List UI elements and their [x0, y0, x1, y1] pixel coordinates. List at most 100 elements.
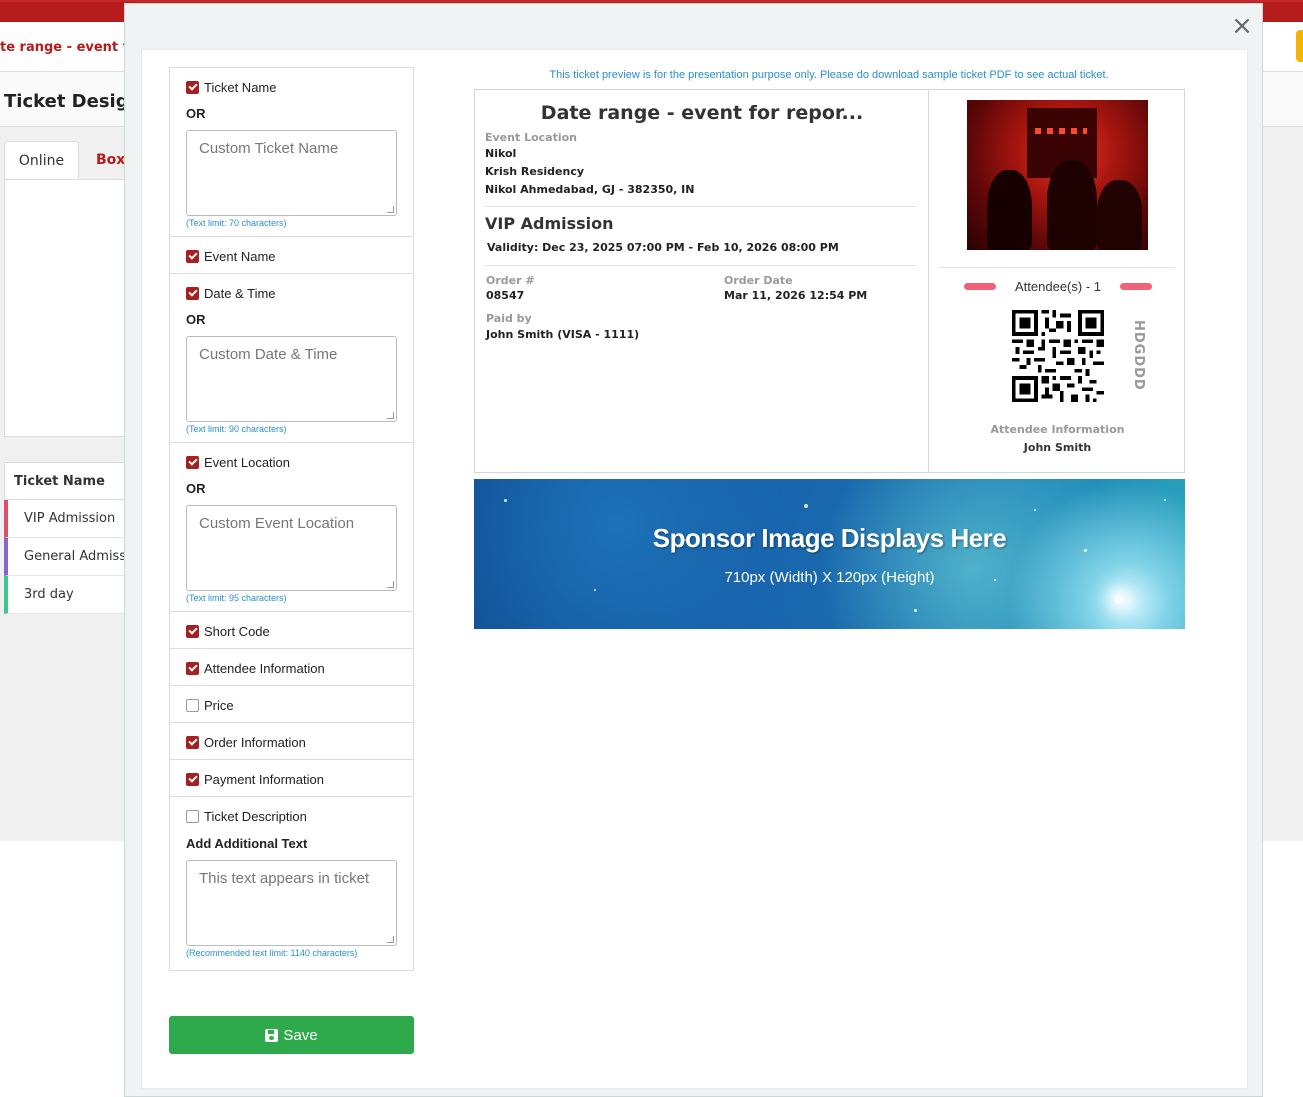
location-line: Nikol [485, 147, 517, 160]
ticket-validity: Validity: Dec 23, 2025 07:00 PM - Feb 10… [487, 241, 839, 254]
tab-content-panel [4, 179, 134, 437]
save-button[interactable]: Save [169, 1016, 414, 1054]
ticket-location-block: Event Location Nikol Krish Residency Nik… [485, 131, 694, 199]
order-date-block: Order Date Mar 11, 2026 12:54 PM [724, 274, 867, 305]
ticket-main-section: Date range - event for repor... Event Lo… [475, 90, 929, 472]
event-title: te range - event for [0, 40, 144, 55]
event-location-checkbox[interactable] [186, 455, 199, 469]
ticket-name-checkbox-row[interactable]: Ticket Name [186, 78, 397, 96]
attendee-info-label: Attendee Information [204, 660, 325, 676]
attendee-count-row: Attendee(s) - 1 [964, 278, 1152, 294]
date-time-checkbox-row[interactable]: Date & Time [186, 284, 397, 302]
date-time-label: Date & Time [204, 285, 276, 301]
setting-order-info: Order Information [169, 723, 414, 760]
or-label: OR [186, 312, 206, 327]
attendee-count: Attendee(s) - 1 [1015, 278, 1101, 294]
accent-pill [1120, 282, 1152, 290]
tab-box-office[interactable]: Box [96, 141, 125, 179]
tab-online[interactable]: Online [4, 141, 79, 179]
payment-info-checkbox-row[interactable]: Payment Information [186, 770, 397, 788]
table-header-ticket-name: Ticket Name [4, 462, 134, 500]
attendee-info-checkbox[interactable] [186, 661, 199, 675]
event-name-checkbox[interactable] [186, 249, 199, 263]
header-action-button[interactable] [1296, 30, 1303, 62]
ticket-settings-panel: Ticket Name OR Custom Ticket Name (Text … [169, 67, 414, 971]
ticket-description-checkbox-row[interactable]: Ticket Description [186, 807, 397, 825]
ticket-description-checkbox[interactable] [186, 809, 199, 823]
location-label: Event Location [485, 131, 577, 144]
sponsor-subtitle: 710px (Width) X 120px (Height) [724, 569, 935, 586]
setting-payment-info: Payment Information [169, 760, 414, 797]
ticket-name-checkbox[interactable] [186, 80, 199, 94]
setting-event-location: Event Location OR Custom Event Location … [169, 443, 414, 612]
ticket-stub-section: Attendee(s) - 1 HDGDDD Attendee Informat… [930, 90, 1185, 472]
order-info-checkbox-row[interactable]: Order Information [186, 733, 397, 751]
close-icon[interactable]: × [1230, 13, 1254, 39]
order-number-block: Order # 08547 [486, 274, 535, 305]
accent-pill [964, 282, 996, 290]
date-time-checkbox[interactable] [186, 286, 199, 300]
additional-text-label: Add Additional Text [186, 836, 308, 851]
short-code-checkbox[interactable] [186, 624, 199, 638]
order-info-checkbox[interactable] [186, 735, 199, 749]
ticket-list-table: Ticket Name VIP Admission General Admiss… [4, 462, 134, 614]
paid-by-label: Paid by [486, 312, 532, 325]
event-image [967, 100, 1148, 250]
paid-by-block: Paid by John Smith (VISA - 1111) [486, 312, 639, 344]
event-location-label: Event Location [204, 454, 291, 470]
short-code-label: Short Code [204, 623, 270, 639]
setting-date-time: Date & Time OR Custom Date & Time (Text … [169, 274, 414, 443]
custom-ticket-name-input[interactable]: Custom Ticket Name [186, 130, 397, 216]
location-line: Nikol Ahmedabad, GJ - 382350, IN [485, 183, 695, 196]
setting-price: Price [169, 686, 414, 723]
qr-code-icon [1012, 310, 1104, 402]
sponsor-title: Sponsor Image Displays Here [652, 523, 1007, 553]
ticket-name-label: Ticket Name [204, 79, 277, 95]
order-date-label: Order Date [724, 274, 793, 287]
save-icon [265, 1028, 279, 1042]
order-info-label: Order Information [204, 734, 306, 750]
setting-short-code: Short Code [169, 612, 414, 649]
order-number-value: 08547 [486, 289, 525, 302]
table-row[interactable]: VIP Admission [4, 500, 134, 538]
short-code: HDGDDD [1131, 320, 1146, 391]
modal-body: Ticket Name OR Custom Ticket Name (Text … [141, 49, 1248, 1089]
attendee-name: John Smith [1023, 441, 1092, 454]
preview-note: This ticket preview is for the presentat… [549, 69, 1109, 81]
payment-info-label: Payment Information [204, 771, 324, 787]
text-limit-hint: (Text limit: 90 characters) [186, 424, 287, 434]
price-checkbox-row[interactable]: Price [186, 696, 397, 714]
custom-event-location-input[interactable]: Custom Event Location [186, 505, 397, 591]
price-checkbox[interactable] [186, 698, 199, 712]
divider [940, 267, 1175, 268]
paid-by-value: John Smith (VISA - 1111) [486, 328, 640, 341]
payment-info-checkbox[interactable] [186, 772, 199, 786]
setting-ticket-name: Ticket Name OR Custom Ticket Name (Text … [169, 67, 414, 237]
additional-text-input[interactable]: This text appears in ticket [186, 860, 397, 946]
event-name-label: Event Name [204, 248, 276, 264]
setting-event-name: Event Name [169, 237, 414, 274]
text-limit-hint: (Text limit: 70 characters) [186, 218, 287, 228]
order-number-label: Order # [486, 274, 535, 287]
custom-date-time-input[interactable]: Custom Date & Time [186, 336, 397, 422]
ticket-admission-name: VIP Admission [485, 214, 614, 233]
location-line: Krish Residency [485, 165, 585, 178]
short-code-checkbox-row[interactable]: Short Code [186, 622, 397, 640]
order-date-value: Mar 11, 2026 12:54 PM [724, 289, 868, 302]
text-limit-hint: (Text limit: 95 characters) [186, 593, 287, 603]
ticket-design-modal: × Ticket Name OR Custom Ticket Name (Tex… [124, 3, 1263, 1097]
price-label: Price [204, 697, 234, 713]
event-name-checkbox-row[interactable]: Event Name [186, 247, 397, 265]
text-limit-hint: (Recommended text limit: 1140 characters… [186, 948, 358, 958]
or-label: OR [186, 481, 206, 496]
table-row[interactable]: 3rd day [4, 576, 134, 614]
attendee-info-label: Attendee Information [990, 423, 1125, 436]
save-button-label: Save [283, 1026, 318, 1044]
event-location-checkbox-row[interactable]: Event Location [186, 453, 397, 471]
table-row[interactable]: General Admission [4, 538, 134, 576]
sponsor-image: Sponsor Image Displays Here 710px (Width… [474, 479, 1185, 629]
or-label: OR [186, 106, 206, 121]
divider [485, 206, 917, 207]
attendee-info-checkbox-row[interactable]: Attendee Information [186, 659, 397, 677]
setting-ticket-description: Ticket Description Add Additional Text T… [169, 797, 414, 971]
